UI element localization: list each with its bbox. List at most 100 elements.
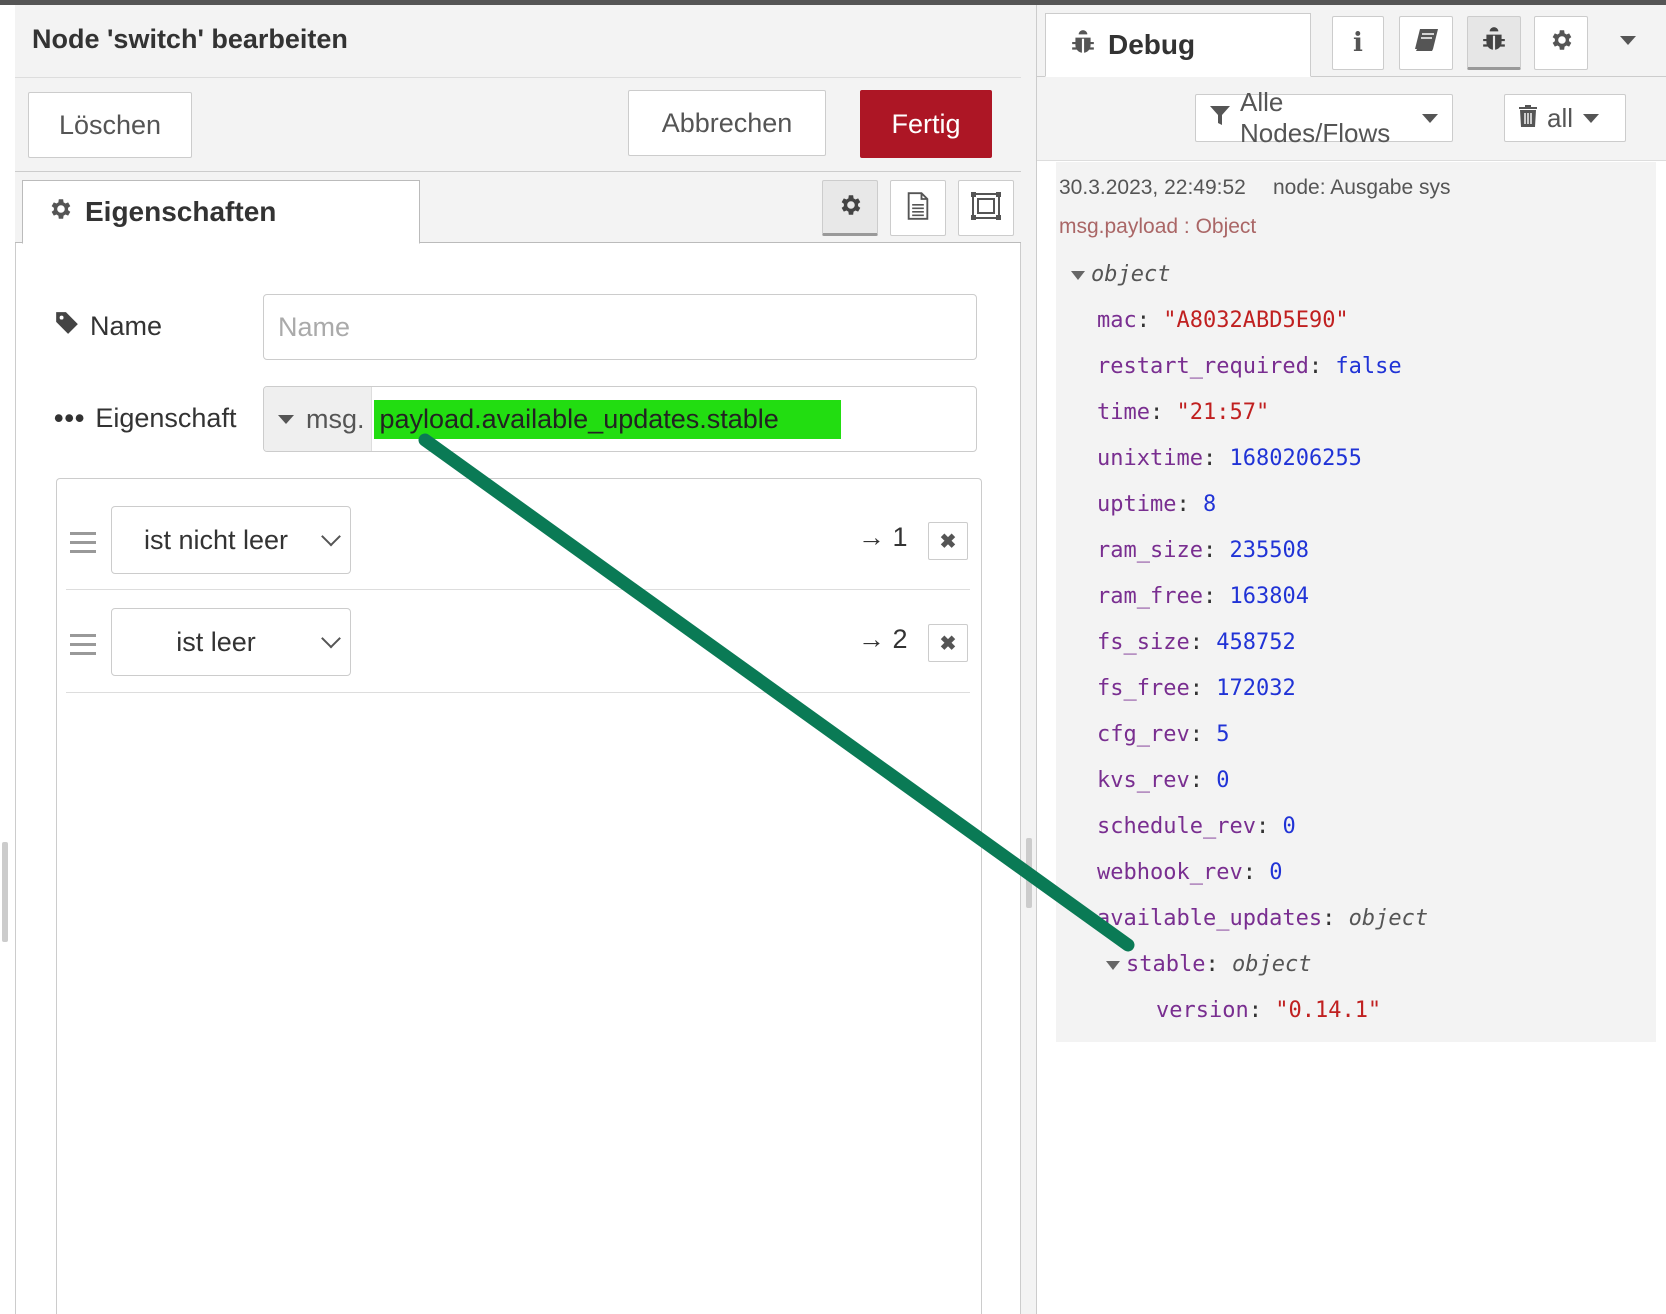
payload-field-fs-size: fs_size: 458752 <box>1097 630 1296 655</box>
field-key: unixtime <box>1097 446 1203 471</box>
property-label-row: ••• Eigenschaft <box>54 400 236 436</box>
field-value: 0 <box>1216 768 1230 793</box>
delete-button[interactable]: Löschen <box>28 92 192 158</box>
trash-icon <box>1519 103 1537 134</box>
message-timestamp: 30.3.2023, 22:49:52 <box>1059 176 1246 199</box>
name-input[interactable]: Name <box>263 294 977 360</box>
property-prefix: msg. <box>306 403 365 434</box>
payload-field-unixtime: unixtime: 1680206255 <box>1097 446 1362 471</box>
property-input[interactable]: msg. payload.available_updates.stable <box>263 386 977 452</box>
tab-properties-label: Eigenschaften <box>85 196 277 227</box>
field-value: "21:57" <box>1176 400 1270 425</box>
chevron-down-icon <box>321 526 341 547</box>
caret-down-icon <box>1620 36 1636 45</box>
property-value[interactable]: payload.available_updates.stable <box>373 399 841 439</box>
payload-field-cfg-rev: cfg_rev: 5 <box>1097 722 1230 747</box>
field-value: 5 <box>1216 722 1230 747</box>
rule-operator-select[interactable]: ist leer <box>111 608 351 676</box>
rule-divider <box>66 692 970 693</box>
tab-properties[interactable]: Eigenschaften <box>22 180 420 244</box>
remove-rule-button[interactable]: ✖ <box>928 624 968 662</box>
payload-field-ram-size: ram_size: 235508 <box>1097 538 1309 563</box>
field-value: 0 <box>1269 860 1283 885</box>
field-key: schedule_rev <box>1097 814 1256 839</box>
rule-operator-select[interactable]: ist nicht leer <box>111 506 351 574</box>
field-key: ram_free <box>1097 584 1203 609</box>
caret-down-icon <box>278 414 294 424</box>
cancel-button[interactable]: Abbrechen <box>628 90 826 156</box>
leaf-value: "0.14.1" <box>1275 998 1382 1023</box>
file-text-icon <box>906 191 930 225</box>
payload-field-restart-required: restart_required: false <box>1097 354 1402 379</box>
object-group-icon <box>971 191 1001 225</box>
field-key: ram_size <box>1097 538 1203 563</box>
sidebar-menu-button[interactable] <box>1620 36 1636 45</box>
field-value: 458752 <box>1216 630 1296 655</box>
clear-label: all <box>1547 102 1574 133</box>
message-source[interactable]: node: Ausgabe sys <box>1273 176 1450 200</box>
config-tab-button[interactable] <box>1534 16 1588 70</box>
name-placeholder: Name <box>278 311 351 342</box>
name-label-row: Name <box>54 308 162 344</box>
payload-field-mac: mac: "A8032ABD5E90" <box>1097 308 1349 333</box>
field-key: restart_required <box>1097 354 1309 379</box>
stable-node[interactable]: stable: object <box>1106 942 1311 988</box>
debug-tab-button[interactable] <box>1467 16 1521 70</box>
field-value: 235508 <box>1229 538 1309 563</box>
filter-icon <box>1210 103 1230 134</box>
drag-handle-icon[interactable] <box>70 634 96 655</box>
chevron-down-icon <box>321 628 341 649</box>
field-value: false <box>1335 354 1402 379</box>
settings-tab-button[interactable] <box>822 180 878 236</box>
gear-icon <box>47 196 73 229</box>
field-key: available_updates <box>1097 906 1323 931</box>
field-value: 8 <box>1202 492 1217 517</box>
payload-field-available-updates[interactable]: available_updates: object <box>1097 896 1428 942</box>
info-tab-button[interactable]: i <box>1332 16 1384 70</box>
field-value: object <box>1348 906 1429 931</box>
clear-messages-button[interactable]: all <box>1504 94 1626 142</box>
field-value: 163804 <box>1229 584 1309 609</box>
bug-icon <box>1070 29 1096 62</box>
payload-field-ram-free: ram_free: 163804 <box>1097 584 1309 609</box>
caret-down-icon <box>1583 113 1600 123</box>
panel-splitter[interactable] <box>1021 5 1037 1314</box>
tab-debug[interactable]: Debug <box>1045 13 1311 77</box>
help-tab-button[interactable] <box>1399 16 1453 70</box>
payload-field-kvs-rev: kvs_rev: 0 <box>1097 768 1230 793</box>
editor-title: Node 'switch' bearbeiten <box>32 24 348 54</box>
description-tab-button[interactable] <box>890 180 946 236</box>
field-key: fs_size <box>1097 630 1190 655</box>
rule-operator-label: ist nicht leer <box>143 524 289 555</box>
remove-rule-button[interactable]: ✖ <box>928 522 968 560</box>
rules-list <box>56 478 982 1314</box>
splitter-grip[interactable] <box>1026 838 1032 908</box>
field-value: 1680206255 <box>1229 446 1362 471</box>
payload-field-uptime: uptime: 8 <box>1097 492 1217 517</box>
nested-key: stable <box>1126 952 1206 977</box>
field-key: mac <box>1097 308 1137 333</box>
bug-icon <box>1481 26 1507 59</box>
field-key: cfg_rev <box>1097 722 1190 747</box>
gear-icon <box>1548 27 1574 60</box>
tab-debug-label: Debug <box>1108 29 1196 60</box>
node-filter-dropdown[interactable]: Alle Nodes/Flows <box>1195 87 1453 148</box>
payload-field-schedule-rev: schedule_rev: 0 <box>1097 814 1296 839</box>
appearance-tab-button[interactable] <box>958 180 1014 236</box>
field-key: uptime <box>1097 492 1177 517</box>
field-key: fs_free <box>1097 676 1190 701</box>
drag-handle-icon[interactable] <box>70 532 96 553</box>
gear-icon <box>837 192 863 223</box>
caret-down-icon <box>1422 113 1438 123</box>
tag-icon <box>54 310 80 343</box>
field-key: kvs_rev <box>1097 768 1190 793</box>
left-edge-grip[interactable] <box>2 842 8 942</box>
property-type-selector[interactable]: msg. <box>264 387 372 451</box>
payload-root[interactable]: object <box>1071 252 1170 298</box>
done-button[interactable]: Fertig <box>860 90 992 158</box>
name-label: Name <box>90 310 163 341</box>
field-value: 172032 <box>1216 676 1296 701</box>
rule-output-port: → 1 <box>858 522 908 552</box>
field-key: webhook_rev <box>1097 860 1243 885</box>
version-field: version: "0.14.1" <box>1156 998 1382 1023</box>
